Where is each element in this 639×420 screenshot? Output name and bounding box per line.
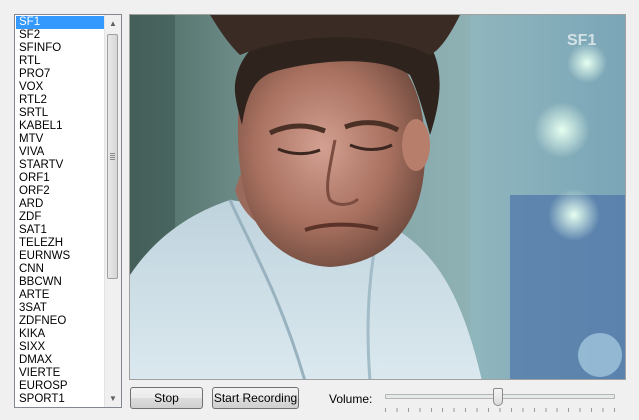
video-frame-image: SF1 <box>130 15 625 379</box>
volume-slider-ticks <box>385 408 615 412</box>
channel-item-vox[interactable]: VOX <box>16 81 104 94</box>
channel-item-zdfneo[interactable]: ZDFNEO <box>16 315 104 328</box>
channel-item-dmax[interactable]: DMAX <box>16 354 104 367</box>
channel-item-orf2[interactable]: ORF2 <box>16 185 104 198</box>
channel-item-kabel1[interactable]: KABEL1 <box>16 120 104 133</box>
channel-item-cnn[interactable]: CNN <box>16 263 104 276</box>
stop-button[interactable]: Stop <box>130 387 203 409</box>
channel-item-sport1[interactable]: SPORT1 <box>16 393 104 406</box>
scroll-up-arrow-icon[interactable]: ▲ <box>105 15 121 32</box>
channel-item-3sat[interactable]: 3SAT <box>16 302 104 315</box>
volume-label: Volume: <box>329 392 373 406</box>
channel-item-rtl2[interactable]: RTL2 <box>16 94 104 107</box>
scrollbar-thumb[interactable] <box>107 34 118 279</box>
channel-item-kika[interactable]: KIKA <box>16 328 104 341</box>
channel-item-telezh[interactable]: TELEZH <box>16 237 104 250</box>
channel-item-startv[interactable]: STARTV <box>16 159 104 172</box>
channel-item-sf1[interactable]: SF1 <box>16 16 104 29</box>
channel-items: SF1 SF2 SFINFO RTL PRO7 VOX RTL2 SRTL KABEL1 MTV V… <box>16 16 104 406</box>
channel-list[interactable]: SF1 SF2 SFINFO RTL PRO7 VOX RTL2 SRTL KABEL1 MTV V… <box>14 14 122 408</box>
channel-item-sat1[interactable]: SAT1 <box>16 224 104 237</box>
channel-item-orf1[interactable]: ORF1 <box>16 172 104 185</box>
volume-slider-thumb[interactable] <box>492 388 503 406</box>
channel-item-arte[interactable]: ARTE <box>16 289 104 302</box>
scroll-down-arrow-icon[interactable]: ▼ <box>105 390 121 407</box>
channel-item-sf2[interactable]: SF2 <box>16 29 104 42</box>
channel-item-srtl[interactable]: SRTL <box>16 107 104 120</box>
channel-watermark: SF1 <box>567 32 596 49</box>
channel-item-zdf[interactable]: ZDF <box>16 211 104 224</box>
channel-item-eurosp[interactable]: EUROSP <box>16 380 104 393</box>
channel-item-rtl[interactable]: RTL <box>16 55 104 68</box>
channel-item-mtv[interactable]: MTV <box>16 133 104 146</box>
volume-slider[interactable] <box>385 386 615 414</box>
channel-item-sixx[interactable]: SIXX <box>16 341 104 354</box>
channel-item-bbcwn[interactable]: BBCWN <box>16 276 104 289</box>
start-recording-button[interactable]: Start Recording <box>212 387 299 409</box>
channel-item-eurnws[interactable]: EURNWS <box>16 250 104 263</box>
channel-item-viva[interactable]: VIVA <box>16 146 104 159</box>
channel-item-vierte[interactable]: VIERTE <box>16 367 104 380</box>
video-display: SF1 <box>129 14 626 380</box>
channel-item-pro7[interactable]: PRO7 <box>16 68 104 81</box>
channel-item-ard[interactable]: ARD <box>16 198 104 211</box>
channel-item-sfinfo[interactable]: SFINFO <box>16 42 104 55</box>
channel-list-scrollbar[interactable]: ▲ ▼ <box>104 15 121 407</box>
